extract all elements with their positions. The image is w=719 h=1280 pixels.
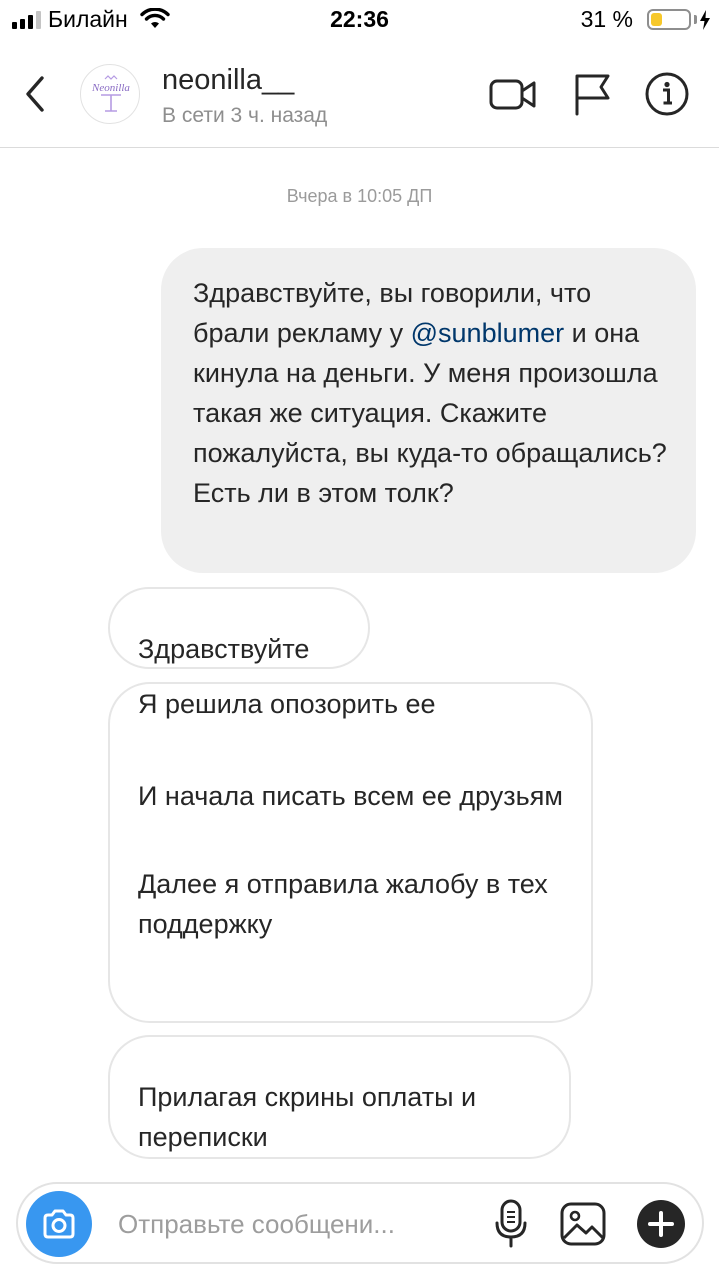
message-spacer [138,724,563,776]
battery-level-fill [651,13,662,26]
battery-icon [647,9,691,30]
incoming-message-bubble[interactable]: Я решила опозорить ее И начала писать все… [108,682,593,1023]
incoming-message-bubble[interactable]: Прилагая скрины оплаты и переписки [108,1035,571,1159]
outgoing-message-bubble[interactable]: Здравствуйте, вы говорили, что брали рек… [161,248,696,573]
user-status: В сети 3 ч. назад [162,104,328,127]
battery-tip [694,15,697,24]
plus-icon[interactable] [636,1199,686,1249]
message-text: И начала писать всем ее друзьям [138,781,563,811]
message-spacer [138,816,563,864]
message-input[interactable] [118,1202,458,1246]
microphone-icon[interactable] [494,1199,528,1249]
video-call-icon[interactable] [488,72,538,116]
avatar-logo-text: Neonilla [91,82,130,94]
message-text: Прилагая скрины оплаты и переписки [138,1082,477,1152]
avatar[interactable]: Neonilla [80,64,140,124]
camera-button[interactable] [26,1191,92,1257]
avatar-logo-icon: Neonilla [91,75,130,112]
message-text: Здравствуйте [138,634,310,664]
flag-icon[interactable] [568,72,618,116]
charging-bolt-icon [700,10,710,30]
chat-username[interactable]: neonilla__ [162,64,294,97]
message-text: Я решила опозорить ее [138,689,436,719]
gallery-icon[interactable] [558,1200,608,1248]
camera-icon [43,1209,75,1239]
incoming-message-bubble[interactable]: Здравствуйте [108,587,370,669]
message-timestamp: Вчера в 10:05 ДП [286,186,433,206]
chat-header: Neonilla neonilla__ В сети 3 ч. назад [0,40,719,148]
info-icon[interactable] [642,72,692,116]
battery-percent: 31 % [580,6,633,32]
mention-link[interactable]: @sunblumer [411,318,564,348]
status-bar: Билайн 22:36 31 % [0,0,719,40]
back-chevron-icon[interactable] [18,72,54,116]
message-composer [16,1182,704,1264]
message-text: Далее я отправила жалобу в тех поддержку [138,869,548,939]
